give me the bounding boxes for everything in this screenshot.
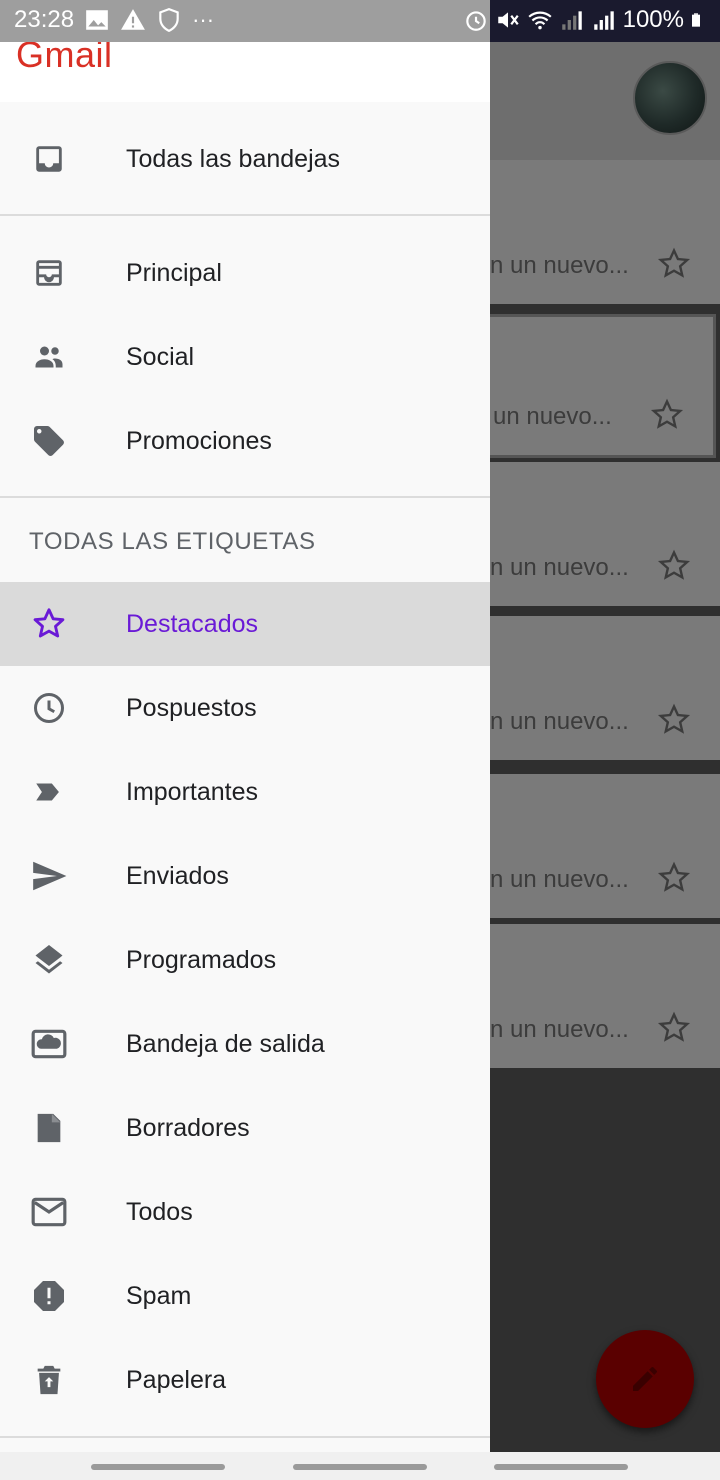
divider [0, 214, 490, 216]
drawer-item-papelera[interactable]: Papelera [0, 1338, 490, 1422]
mail-snippet: un nuevo... [493, 403, 612, 430]
status-time: 23:28 [14, 6, 75, 33]
star-icon[interactable] [656, 548, 692, 584]
avatar[interactable] [633, 61, 707, 135]
outbox-icon [30, 1025, 68, 1063]
recent-apps-button[interactable] [91, 1464, 225, 1470]
mail-snippet: n un nuevo... [490, 866, 629, 893]
mail-snippet: n un nuevo... [490, 708, 629, 735]
drawer-item-label: Pospuestos [126, 693, 257, 722]
drawer-header: Gmail [0, 42, 490, 102]
drawer-item-all-inboxes[interactable]: Todas las bandejas [0, 117, 490, 201]
more-icon: ··· [192, 7, 215, 32]
drawer-item-promociones[interactable]: Promociones [0, 399, 490, 483]
clock-icon [30, 689, 68, 727]
drawer-item-programados[interactable]: Programados [0, 918, 490, 1002]
home-button[interactable] [293, 1464, 427, 1470]
compose-button[interactable] [596, 1330, 694, 1428]
signal-icon [561, 11, 582, 30]
system-nav-bar [0, 1452, 720, 1480]
drawer-item-principal[interactable]: Principal [0, 231, 490, 315]
drawer-item-label: Principal [126, 258, 222, 287]
drawer-item-label: Todas las bandejas [126, 144, 341, 173]
drawer-item-label: Papelera [126, 1365, 227, 1394]
shield-icon [159, 8, 179, 33]
divider [0, 1436, 490, 1438]
drawer-item-label: Todos [126, 1197, 193, 1226]
mail-snippet: n un nuevo... [490, 1016, 629, 1043]
star-icon[interactable] [656, 1010, 692, 1046]
battery-percent: 100% [622, 6, 684, 33]
scheduled-icon [30, 941, 68, 979]
inbox-icon [30, 140, 68, 178]
drawer-item-todos[interactable]: Todos [0, 1170, 490, 1254]
draft-icon [30, 1109, 68, 1147]
mail-snippet: n un nuevo... [490, 252, 629, 279]
people-icon [30, 338, 68, 376]
star-icon[interactable] [656, 246, 692, 282]
mute-icon [497, 12, 519, 28]
status-bar: 23:28 ··· 100% [0, 0, 720, 42]
wifi-icon [528, 11, 552, 30]
send-icon [30, 857, 68, 895]
image-icon [86, 10, 108, 30]
section-title: TODAS LAS ETIQUETAS [29, 528, 316, 555]
mail-snippet: n un nuevo... [490, 554, 629, 581]
inbox-app-bar [490, 42, 720, 160]
warning-icon [121, 9, 145, 30]
signal-icon [593, 11, 614, 30]
drawer-item-spam[interactable]: Spam [0, 1254, 490, 1338]
drawer-item-label: Promociones [126, 426, 272, 455]
drawer-item-destacados[interactable]: Destacados [0, 582, 490, 666]
drawer-item-label: Enviados [126, 861, 229, 890]
drawer-item-label: Spam [126, 1281, 192, 1310]
spam-icon [30, 1277, 68, 1315]
pencil-icon [633, 1367, 657, 1391]
drawer-item-pospuestos[interactable]: Pospuestos [0, 666, 490, 750]
trash-icon [30, 1361, 68, 1399]
tag-icon [30, 422, 68, 460]
list-item[interactable]: un nuevo... [486, 314, 716, 458]
drawer-item-label: Borradores [126, 1113, 250, 1142]
drawer-item-label: Bandeja de salida [126, 1029, 325, 1058]
star-icon [30, 605, 68, 643]
primary-inbox-icon [30, 254, 68, 292]
star-icon[interactable] [656, 702, 692, 738]
list-item[interactable]: n un nuevo... [490, 160, 720, 304]
mail-icon [30, 1193, 68, 1231]
gmail-logo: Gmail [16, 42, 113, 75]
navigation-drawer: Gmail Todas las bandejas Principal Socia… [0, 42, 490, 1452]
list-item[interactable]: n un nuevo... [490, 616, 720, 760]
inbox-background: n un nuevo... un nuevo... n un nuevo... … [486, 42, 720, 1452]
star-icon[interactable] [649, 397, 685, 433]
back-button[interactable] [494, 1464, 628, 1470]
list-item[interactable]: n un nuevo... [490, 924, 720, 1068]
drawer-item-social[interactable]: Social [0, 315, 490, 399]
important-icon [30, 773, 68, 811]
drawer-item-borradores[interactable]: Borradores [0, 1086, 490, 1170]
drawer-item-importantes[interactable]: Importantes [0, 750, 490, 834]
battery-icon [692, 13, 700, 27]
list-item[interactable]: n un nuevo... [490, 462, 720, 606]
drawer-item-label: Programados [126, 945, 277, 974]
drawer-item-label: Destacados [126, 609, 259, 638]
drawer-item-bandeja-de-salida[interactable]: Bandeja de salida [0, 1002, 490, 1086]
list-item[interactable]: n un nuevo... [490, 774, 720, 918]
drawer-item-label: Importantes [126, 777, 259, 806]
alarm-icon [465, 11, 486, 31]
divider [0, 496, 490, 498]
drawer-item-label: Social [126, 342, 195, 371]
star-icon[interactable] [656, 860, 692, 896]
drawer-item-enviados[interactable]: Enviados [0, 834, 490, 918]
